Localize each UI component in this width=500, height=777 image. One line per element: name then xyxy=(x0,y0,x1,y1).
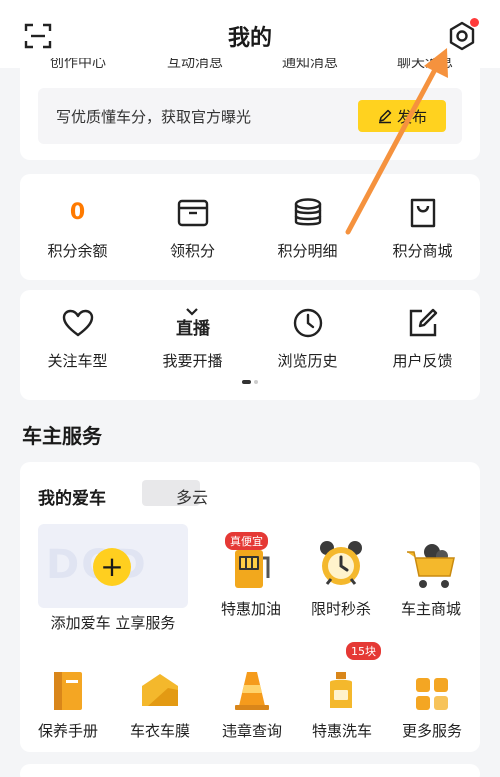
pen-icon xyxy=(378,109,392,124)
points-balance-value: 0 xyxy=(69,200,86,225)
browse-history[interactable]: 浏览历史 xyxy=(250,306,365,371)
go-live-label: 我要开播 xyxy=(162,352,223,370)
claim-points-label: 领积分 xyxy=(169,242,215,260)
quick-actions-card: 关注车型 直播 我要开播 浏览历史 用户反馈 xyxy=(20,290,480,400)
points-balance-label: 积分余额 xyxy=(47,242,108,260)
promo-text: 写优质懂车分，获取官方曝光 xyxy=(56,108,252,126)
page-indicator xyxy=(242,380,258,384)
notification-dot xyxy=(470,18,479,27)
section-title: 车主服务 xyxy=(22,424,102,448)
flash-sale[interactable]: 限时秒杀 xyxy=(295,532,387,619)
violation-query[interactable]: 违章查询 xyxy=(206,654,298,741)
car-cover-film[interactable]: 车衣车膜 xyxy=(114,654,206,741)
svg-text:直播: 直播 xyxy=(176,318,211,339)
fuel-deal[interactable]: 真便宜 特惠加油 xyxy=(205,532,297,619)
page-dot-active xyxy=(242,380,251,384)
car-name[interactable]: 多云 xyxy=(176,484,208,508)
followed-models-label: 关注车型 xyxy=(47,352,108,370)
page-title: 我的 xyxy=(227,26,272,51)
page-dot xyxy=(254,380,258,384)
fuel-deal-label: 特惠加油 xyxy=(220,600,281,618)
followed-models[interactable]: 关注车型 xyxy=(20,306,135,371)
more-services-label: 更多服务 xyxy=(401,722,462,740)
box-icon xyxy=(177,199,208,227)
shopping-cart-icon xyxy=(407,544,455,588)
message-tabs: 创作中心 互动消息 通知消息 聊天消息 xyxy=(20,58,480,74)
alarm-clock-icon xyxy=(320,541,362,585)
traffic-cone-icon xyxy=(235,672,269,710)
clock-icon xyxy=(293,308,322,338)
add-car-label[interactable]: 添加爱车 立享服务 xyxy=(38,612,188,633)
browse-history-label: 浏览历史 xyxy=(277,352,338,370)
points-mall-label: 积分商城 xyxy=(392,242,453,260)
go-live[interactable]: 直播 我要开播 xyxy=(135,306,250,371)
my-car-title: 我的爱车 xyxy=(38,489,106,509)
more-services[interactable]: 更多服务 xyxy=(386,654,478,741)
flash-sale-label: 限时秒杀 xyxy=(310,600,371,618)
car-cover-film-label: 车衣车膜 xyxy=(129,722,190,740)
points-detail[interactable]: 积分明细 xyxy=(250,196,365,261)
car-wash-deal[interactable]: 15块 特惠洗车 xyxy=(296,642,388,741)
tab-chat-messages[interactable]: 聊天消息 xyxy=(380,58,470,72)
user-feedback[interactable]: 用户反馈 xyxy=(365,306,480,371)
message-card: 创作中心 互动消息 通知消息 聊天消息 写优质懂车分，获取官方曝光 发布 xyxy=(20,54,480,160)
plus-icon: + xyxy=(93,548,131,586)
points-card: 0 积分余额 领积分 积分明细 积分商城 xyxy=(20,174,480,280)
manual-icon xyxy=(54,672,82,710)
tab-notifications[interactable]: 通知消息 xyxy=(265,58,355,72)
car-cover-icon xyxy=(142,674,178,706)
claim-points[interactable]: 领积分 xyxy=(135,196,250,261)
owner-mall[interactable]: 车主商城 xyxy=(385,532,477,619)
user-feedback-label: 用户反馈 xyxy=(392,352,453,370)
tab-interaction-messages[interactable]: 互动消息 xyxy=(150,58,240,72)
coins-icon xyxy=(294,198,321,226)
publish-label: 发布 xyxy=(396,107,427,126)
car-wash-deal-label: 特惠洗车 xyxy=(311,722,372,740)
tab-creator-center[interactable]: 创作中心 xyxy=(33,58,123,72)
live-icon: 直播 xyxy=(176,308,211,339)
grid-icon xyxy=(416,678,448,710)
points-balance[interactable]: 0 积分余额 xyxy=(20,196,135,261)
price-badge: 15块 xyxy=(346,642,381,660)
next-card xyxy=(20,764,480,777)
owner-services-card: 我的爱车 多云 DCD + 添加爱车 立享服务 真便宜 特惠加油 xyxy=(20,462,480,752)
add-car-banner[interactable]: DCD + xyxy=(38,524,188,608)
edit-icon xyxy=(409,308,437,337)
points-detail-label: 积分明细 xyxy=(277,242,338,260)
violation-query-label: 违章查询 xyxy=(221,722,282,740)
wash-bottle-icon xyxy=(330,672,352,708)
owner-mall-label: 车主商城 xyxy=(400,600,461,618)
deal-badge: 真便宜 xyxy=(225,532,268,550)
maintenance-manual[interactable]: 保养手册 xyxy=(22,654,114,741)
heart-icon xyxy=(62,309,93,337)
points-mall[interactable]: 积分商城 xyxy=(365,196,480,261)
publish-promo: 写优质懂车分，获取官方曝光 发布 xyxy=(38,88,462,144)
publish-button[interactable]: 发布 xyxy=(358,100,446,132)
maintenance-manual-label: 保养手册 xyxy=(37,722,98,740)
shopping-bag-icon xyxy=(410,198,435,228)
